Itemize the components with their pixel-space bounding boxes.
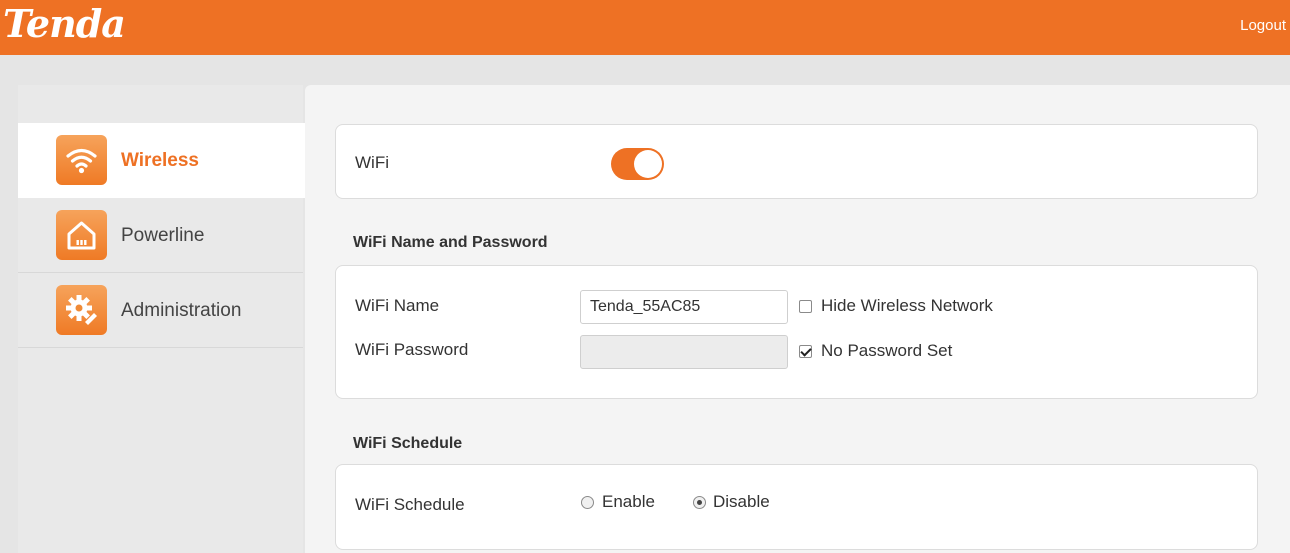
schedule-enable-label[interactable]: Enable: [602, 492, 655, 512]
schedule-enable-radio[interactable]: [581, 496, 594, 509]
wifi-card: WiFi: [335, 124, 1258, 199]
name-password-card: WiFi Name Hide Wireless Network WiFi Pas…: [335, 265, 1258, 399]
hide-network-checkbox[interactable]: [799, 300, 812, 313]
toggle-knob: [634, 150, 662, 178]
wifi-password-label: WiFi Password: [355, 340, 469, 359]
top-bar: Tenda Logout: [0, 0, 1290, 55]
wifi-icon: [56, 135, 107, 185]
sidebar-item-label: Administration: [121, 300, 242, 321]
sidebar: Wireless Powerline Administration: [18, 85, 305, 553]
no-password-checkbox[interactable]: [799, 345, 812, 358]
main-content: WiFi WiFi Name and Password WiFi Name Hi…: [305, 85, 1290, 553]
wifi-toggle[interactable]: [611, 148, 664, 180]
sidebar-item-powerline[interactable]: Powerline: [18, 198, 303, 273]
wifi-name-input[interactable]: [580, 290, 788, 324]
sidebar-item-label: Wireless: [121, 150, 199, 171]
schedule-disable-label[interactable]: Disable: [713, 492, 770, 512]
wifi-name-label: WiFi Name: [355, 296, 440, 315]
gear-icon: [56, 285, 107, 335]
sidebar-item-administration[interactable]: Administration: [18, 273, 303, 348]
schedule-title: WiFi Schedule: [353, 435, 463, 452]
tenda-logo: Tenda: [3, 1, 126, 46]
hide-network-label[interactable]: Hide Wireless Network: [821, 296, 993, 316]
sidebar-item-label: Powerline: [121, 225, 205, 246]
wifi-password-input[interactable]: [580, 335, 788, 369]
name-password-title: WiFi Name and Password: [353, 234, 548, 251]
schedule-label: WiFi Schedule: [355, 495, 465, 514]
house-icon: [56, 210, 107, 260]
schedule-card: WiFi Schedule Enable Disable: [335, 464, 1258, 550]
sidebar-item-wireless[interactable]: Wireless: [18, 123, 305, 198]
wifi-label: WiFi: [355, 153, 389, 172]
no-password-label[interactable]: No Password Set: [821, 341, 952, 361]
schedule-disable-radio[interactable]: [693, 496, 706, 509]
logout-link[interactable]: Logout: [1240, 17, 1286, 34]
